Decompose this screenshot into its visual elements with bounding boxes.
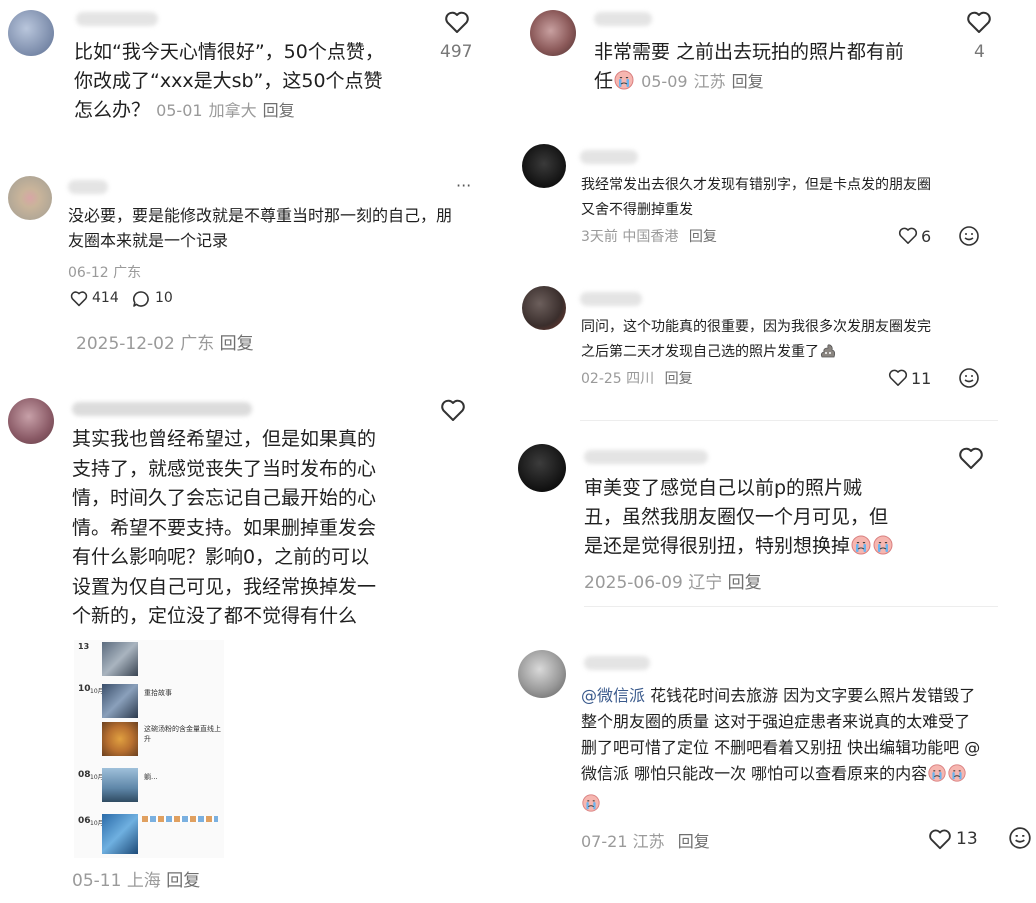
like-heart-icon[interactable]	[958, 446, 984, 470]
username-blurred[interactable]	[580, 292, 642, 306]
avatar[interactable]	[8, 176, 52, 220]
username-blurred[interactable]	[594, 12, 652, 26]
comment-location: 江苏	[693, 72, 726, 91]
comment-date: 3天前	[581, 229, 618, 245]
like-heart-icon[interactable]	[440, 398, 466, 422]
comment-footer: 05-11 上海 回复	[72, 866, 200, 891]
username-blurred[interactable]	[72, 402, 252, 416]
avatar[interactable]	[522, 286, 566, 330]
comment-text: 没必要，要是能修改就是不尊重当时那一刻的自己，朋 友圈本来就是一个记录	[68, 206, 453, 250]
comment-text: 其实我也曾经希望过，但是如果真的 支持了，就感觉丧失了当时发布的心 情，时间久了…	[72, 428, 377, 627]
avatar[interactable]	[522, 144, 566, 188]
like-heart-icon[interactable]	[888, 368, 908, 387]
avatar[interactable]	[8, 398, 54, 444]
comment-date-location: 06-12 广东	[68, 265, 142, 281]
crying-emoji	[613, 69, 635, 100]
comment-footer: 2025-06-09 辽宁 回复	[584, 568, 762, 593]
reply-button[interactable]: 回复	[263, 101, 295, 120]
thumb-photo	[102, 722, 138, 756]
mention-link[interactable]: @微信派	[581, 686, 645, 705]
comment-location: 中国香港	[622, 229, 679, 245]
reply-button[interactable]: 回复	[689, 229, 717, 245]
crying-emoji	[927, 763, 947, 791]
reply-button[interactable]: 回复	[728, 573, 762, 593]
thumb-photo	[102, 642, 138, 676]
like-count: 11	[911, 369, 932, 388]
thumb-photo	[102, 814, 138, 854]
comment-date: 05-01	[156, 101, 203, 120]
smile-icon[interactable]	[1008, 826, 1032, 850]
comment-text: 我经常发出去很久才发现有错别字，但是卡点发的朋友圈 又舍不得删掉重发	[581, 177, 931, 218]
comment-text: 同问，这个功能真的很重要，因为我很多次发朋友圈发完 之后第二天才发现自己选的照片…	[581, 315, 931, 369]
comment-footer: 07-21 江苏 回复	[581, 828, 710, 852]
comment-text: @微信派 花钱花时间去旅游 因为文字要么照片发错毁了 整个朋友圈的质量 这对于强…	[581, 683, 980, 821]
comment-location: 辽宁	[688, 573, 723, 593]
avatar[interactable]	[8, 10, 54, 56]
smile-icon[interactable]	[958, 367, 980, 389]
reply-button[interactable]: 回复	[678, 832, 710, 851]
comment-location: 江苏	[632, 832, 665, 851]
comment-footer: 02-25 四川 回复	[581, 368, 693, 388]
username-blurred[interactable]	[76, 12, 158, 26]
crying-emoji	[581, 793, 601, 821]
comment-icon[interactable]	[132, 290, 150, 308]
like-heart-icon[interactable]	[966, 10, 992, 34]
username-blurred[interactable]	[584, 656, 650, 670]
comment-date: 07-21	[581, 832, 628, 851]
username-blurred[interactable]	[580, 150, 638, 164]
like-count: 497	[440, 42, 473, 62]
reply-button[interactable]: 回复	[220, 334, 254, 354]
avatar[interactable]	[518, 444, 566, 492]
comment-text: 审美变了感觉自己以前p的照片贼 丑，虽然我朋友圈仅一个月可见，但 是还是觉得很别…	[584, 474, 894, 565]
comment-footer: 2025-12-02 广东 回复	[76, 329, 254, 354]
divider	[584, 606, 998, 607]
crying-emoji	[850, 534, 872, 565]
comment-date: 02-25	[581, 371, 622, 387]
comment-date: 05-11	[72, 871, 122, 891]
comment-date: 2025-06-09	[584, 573, 683, 593]
like-count: 414	[92, 290, 119, 306]
like-count: 4	[974, 42, 985, 62]
comment-text: 非常需要 之前出去玩拍的照片都有前 任 05-09 江苏 回复	[594, 38, 904, 100]
more-icon[interactable]: ···	[456, 176, 471, 195]
comment-date: 2025-12-02	[76, 334, 175, 354]
poop-emoji	[819, 342, 837, 369]
reply-button[interactable]: 回复	[665, 371, 693, 387]
comment-location: 加拿大	[208, 101, 257, 120]
like-count: 6	[921, 227, 932, 246]
comment-location: 广东	[180, 334, 215, 354]
comment-location: 四川	[626, 371, 655, 387]
comment-text: 比如“我今天心情很好”，50个点赞， 你改成了“xxx是大sb”，这50个点赞 …	[74, 41, 384, 121]
like-heart-icon[interactable]	[898, 226, 918, 245]
like-heart-icon[interactable]	[444, 10, 470, 34]
crying-emoji	[872, 534, 894, 565]
comment-location: 上海	[126, 871, 161, 891]
thumb-emoji-row	[142, 816, 218, 822]
reply-button[interactable]: 回复	[166, 871, 200, 891]
avatar[interactable]	[518, 650, 566, 698]
avatar[interactable]	[530, 10, 576, 56]
comment-count: 10	[155, 290, 173, 306]
smile-icon[interactable]	[958, 225, 980, 247]
username-blurred[interactable]	[584, 450, 708, 464]
thumb-photo	[102, 684, 138, 718]
username-blurred[interactable]	[68, 180, 108, 194]
crying-emoji	[947, 763, 967, 791]
divider	[580, 420, 998, 421]
comment-date: 05-09	[641, 72, 688, 91]
like-heart-icon[interactable]	[70, 290, 88, 307]
comment-footer: 3天前 中国香港 回复	[581, 226, 717, 246]
like-heart-icon[interactable]	[928, 828, 952, 850]
like-count: 13	[956, 829, 978, 849]
comment-image[interactable]: 13 10 10月 重拾故事 这碗汤粉的含金量直线上升 08 10月 躺... …	[74, 640, 224, 858]
thumb-photo	[102, 768, 138, 802]
reply-button[interactable]: 回复	[732, 72, 764, 91]
